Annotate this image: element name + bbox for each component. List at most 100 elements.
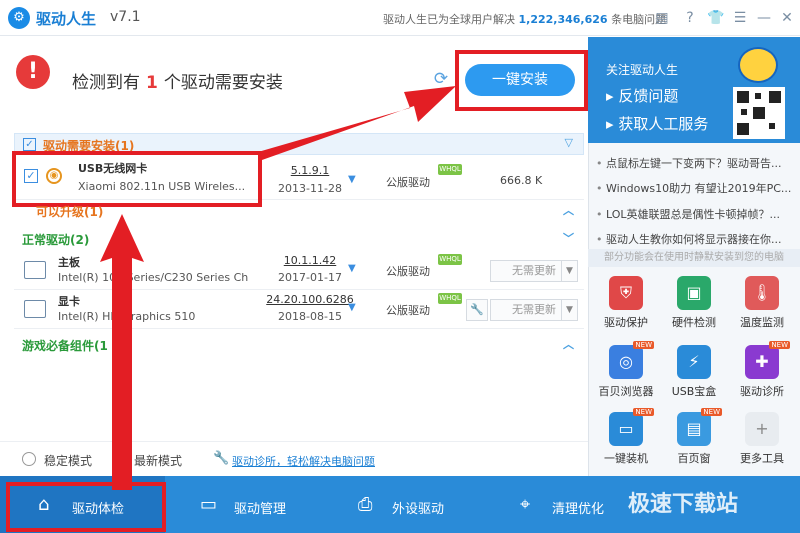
user-count: 1,222,346,626 <box>518 13 608 26</box>
driver-clinic-link[interactable]: 驱动诊所，轻松解决电脑问题 <box>232 453 375 469</box>
mascot-icon <box>738 47 778 83</box>
news-item[interactable]: 点鼠标左键一下变两下？驱动哥告... <box>596 155 796 171</box>
driver-date: 2013-11-28 <box>278 182 342 195</box>
driver-name: 显卡 <box>58 295 80 308</box>
stable-mode-radio[interactable] <box>22 452 36 466</box>
warning-icon: ! <box>16 55 50 89</box>
tool-icon: ⛨ <box>609 276 643 310</box>
news-item[interactable]: Windows10助力 有望让2019年PC... <box>596 180 796 196</box>
tool-tile[interactable]: 🌡 温度监测 <box>732 276 792 336</box>
driver-type: 公版驱动 <box>386 176 430 189</box>
menu-icon[interactable]: ☰ <box>731 9 749 27</box>
right-banner: 关注驱动人生 ▸ 反馈问题 ▸ 获取人工服务 <box>588 37 800 143</box>
graphics-card-icon <box>24 300 46 318</box>
section-normal-drivers[interactable]: 正常驱动(2) ﹀ <box>14 228 584 250</box>
follow-label: 关注驱动人生 <box>606 63 679 77</box>
chevron-down-icon[interactable]: ﹀ <box>563 230 574 246</box>
tool-label: 硬件检测 <box>672 316 716 329</box>
app-logo-icon: ⚙ <box>8 7 30 29</box>
driver-date: 2018-08-15 <box>278 310 342 323</box>
highlight-box-install <box>455 50 588 111</box>
version-dropdown-icon[interactable]: ▼ <box>348 263 356 274</box>
whql-badge: WHQL <box>438 164 462 175</box>
dropdown-icon[interactable]: ▼ <box>561 261 577 281</box>
monitor-icon: ▭ <box>200 494 218 515</box>
driver-date: 2017-01-17 <box>278 271 342 284</box>
driver-version[interactable]: 10.1.1.42 <box>260 254 360 267</box>
driver-desc: Intel(R) 100 Series/C230 Series Ch... <box>58 271 248 284</box>
tool-label: USB宝盒 <box>671 385 717 398</box>
nav-driver-manage[interactable]: ▭ 驱动管理 <box>170 476 320 533</box>
new-badge: NEW <box>701 408 722 416</box>
whql-badge: WHQL <box>438 293 462 304</box>
tool-tile[interactable]: ▤ 百页窗 NEW <box>664 408 724 472</box>
message-icon[interactable]: ▤ <box>653 9 671 27</box>
wrench-icon[interactable]: 🔧 <box>466 299 488 321</box>
close-icon[interactable]: ✕ <box>778 9 796 27</box>
chevron-down-icon[interactable]: ▽ <box>565 136 573 149</box>
broom-icon: ⌖ <box>520 494 531 515</box>
driver-row-motherboard[interactable]: 主板 Intel(R) 100 Series/C230 Series Ch...… <box>14 252 584 290</box>
tool-label: 百贝浏览器 <box>598 385 654 398</box>
stable-mode-label: 稳定模式 <box>44 454 93 468</box>
tagline: 驱动人生已为全球用户解决 1,222,346,626 条电脑问题 <box>383 13 667 26</box>
driver-version[interactable]: 24.20.100.6286 <box>260 293 360 306</box>
chevron-up-icon[interactable]: ︿ <box>563 202 574 218</box>
nav-cleanup[interactable]: ⌖ 清理优化 <box>490 476 640 533</box>
tool-tile[interactable]: ▭ 一键装机 NEW <box>596 408 656 472</box>
skin-icon[interactable]: 👕 <box>707 9 725 27</box>
tool-icon: ✚ <box>745 345 779 379</box>
tool-label: 驱动保护 <box>604 316 648 329</box>
section-upgradable[interactable]: 可以升级(1) ︿ <box>14 200 584 222</box>
tool-label: 更多工具 <box>740 452 784 465</box>
tool-icon: 🌡 <box>745 276 779 310</box>
news-item[interactable]: 驱动人生教你如何将显示器接在你... <box>596 231 796 247</box>
version-dropdown-icon[interactable]: ▼ <box>348 302 356 313</box>
no-update-button[interactable]: 无需更新 ▼ <box>490 299 578 321</box>
section-checkbox[interactable]: ✓ <box>23 138 36 151</box>
tool-icon: ⚡ <box>677 345 711 379</box>
tool-icon: ▤ <box>677 412 711 446</box>
tool-label: 驱动诊所 <box>740 385 784 398</box>
app-version: v7.1 <box>110 9 141 25</box>
tool-tile[interactable]: ✚ 驱动诊所 NEW <box>732 341 792 405</box>
tool-icon: ▭ <box>609 412 643 446</box>
mode-bar: 稳定模式 最新模式 🔧 驱动诊所，轻松解决电脑问题 <box>0 441 588 475</box>
tool-icon: ▣ <box>677 276 711 310</box>
driver-desc: Intel(R) HD Graphics 510 <box>58 310 196 323</box>
dropdown-icon[interactable]: ▼ <box>561 300 577 320</box>
tool-tile[interactable]: ◎ 百贝浏览器 NEW <box>596 341 656 405</box>
highlight-box-driver <box>12 151 262 207</box>
help-icon[interactable]: ? <box>681 9 699 27</box>
tool-tile[interactable]: ⚡ USB宝盒 <box>664 345 724 405</box>
qr-code-icon <box>733 87 785 139</box>
tool-icon: ◎ <box>609 345 643 379</box>
tool-icon: + <box>745 412 779 446</box>
detect-count: 1 <box>146 73 158 93</box>
version-dropdown-icon[interactable]: ▼ <box>348 174 356 185</box>
no-update-button[interactable]: 无需更新 ▼ <box>490 260 578 282</box>
tool-label: 温度监测 <box>740 316 784 329</box>
tool-label: 百页窗 <box>677 452 711 465</box>
refresh-icon[interactable]: ⟳ <box>430 68 452 90</box>
section-game-components[interactable]: 游戏必备组件(1 ︿ <box>14 334 584 356</box>
chevron-up-icon[interactable]: ︿ <box>563 336 574 352</box>
app-title: 驱动人生 <box>36 10 97 28</box>
tool-tile[interactable]: ⛨ 驱动保护 <box>596 276 656 336</box>
driver-type: 公版驱动 <box>386 304 430 317</box>
latest-mode-radio[interactable] <box>112 452 126 466</box>
whql-badge: WHQL <box>438 254 462 265</box>
tool-tile[interactable]: ▣ 硬件检测 <box>664 276 724 336</box>
minimize-icon[interactable]: — <box>755 9 773 27</box>
tool-tile[interactable]: + 更多工具 <box>732 412 792 472</box>
driver-size: 666.8 K <box>500 174 543 187</box>
nav-peripheral[interactable]: ⎙ 外设驱动 <box>330 476 480 533</box>
driver-version[interactable]: 5.1.9.1 <box>260 164 360 177</box>
driver-name: 主板 <box>58 256 80 269</box>
service-link[interactable]: ▸ 获取人工服务 <box>606 113 708 134</box>
printer-icon: ⎙ <box>358 494 373 515</box>
new-badge: NEW <box>769 341 790 349</box>
driver-row-graphics[interactable]: 显卡 Intel(R) HD Graphics 510 24.20.100.62… <box>14 291 584 329</box>
feedback-link[interactable]: ▸ 反馈问题 <box>606 85 678 106</box>
news-item[interactable]: LOL英雄联盟总是偶性卡顿掉帧？... <box>596 206 796 222</box>
